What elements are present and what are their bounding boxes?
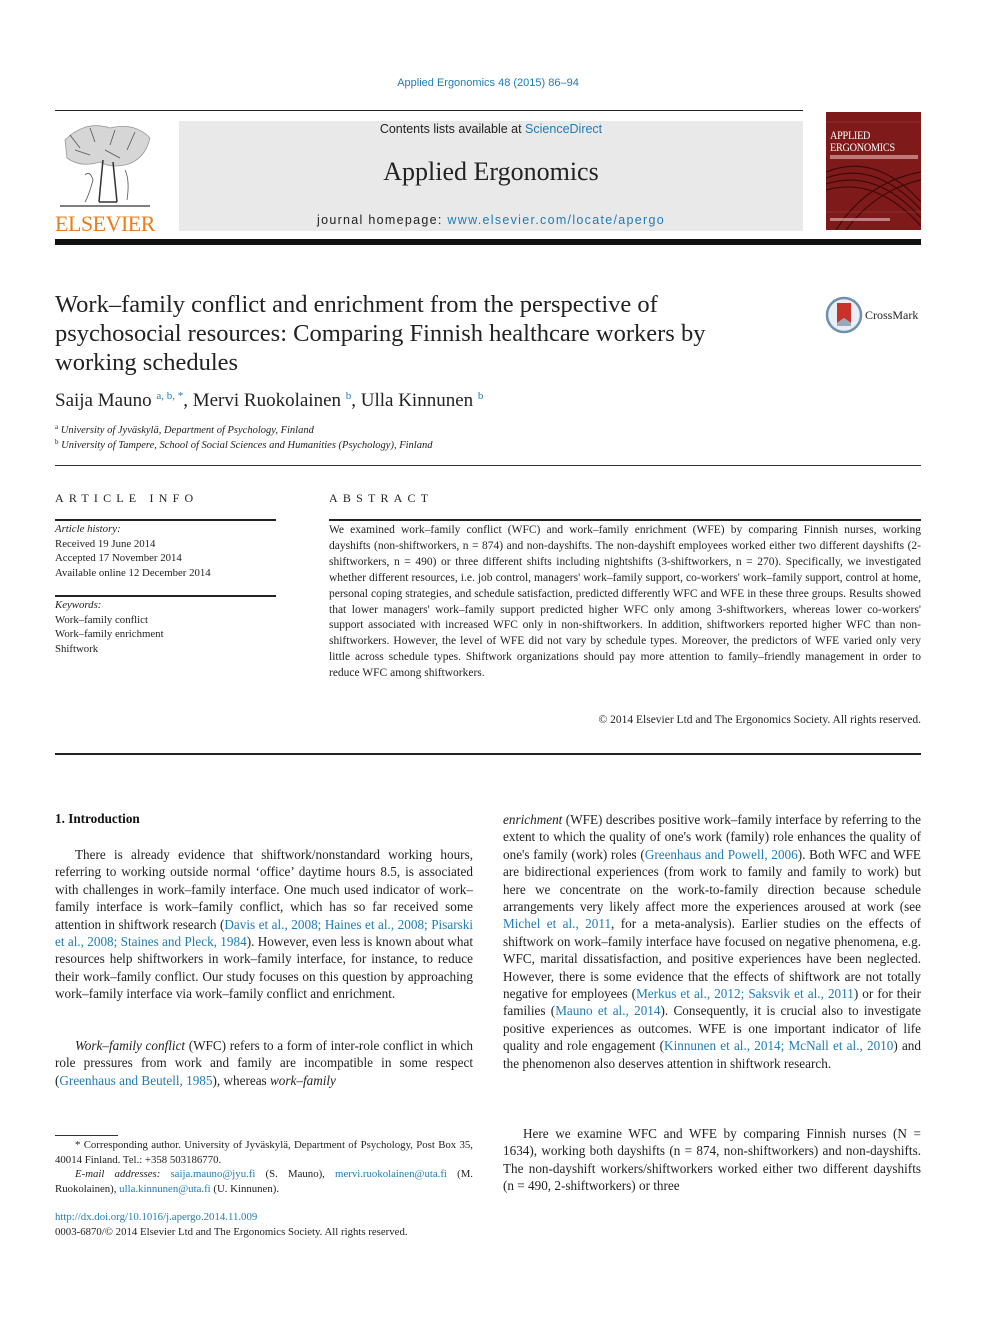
abstract-heading: ABSTRACT (329, 491, 434, 505)
citation-link[interactable]: Kinnunen et al., 2014; McNall et al., 20… (664, 1038, 893, 1053)
author-affiliation-marks[interactable]: a, b, * (156, 390, 183, 402)
affiliation-text: University of Tampere, School of Social … (61, 440, 433, 451)
abstract-text: We examined work–family conflict (WFC) a… (329, 524, 921, 680)
sciencedirect-link[interactable]: ScienceDirect (525, 122, 602, 136)
contents-prefix: Contents lists available at (379, 122, 526, 136)
crossmark-button[interactable]: CrossMark (825, 296, 925, 336)
email-owner: (U. Kinnunen). (210, 1182, 280, 1195)
body-paragraph: There is already evidence that shiftwork… (55, 846, 473, 1003)
cover-title: APPLIED ERGONOMICS (830, 129, 895, 153)
crossmark-icon (825, 296, 863, 334)
corresponding-author-note: * Corresponding author. University of Jy… (55, 1139, 473, 1166)
citation-link[interactable]: Merkus et al., 2012; Saksvik et al., 201… (636, 986, 854, 1001)
affiliation-a: a University of Jyväskylä, Department of… (55, 423, 314, 436)
author-affiliation-marks[interactable]: b (478, 390, 484, 402)
keywords: Keywords: Work–family conflict Work–fami… (55, 598, 164, 656)
email-addresses: E-mail addresses: saija.mauno@jyu.fi (S.… (55, 1167, 473, 1196)
footnotes: * Corresponding author. University of Jy… (55, 1138, 473, 1196)
history-online: Available online 12 December 2014 (55, 566, 211, 579)
elsevier-tree-icon (60, 125, 151, 207)
body-paragraph: Here we examine WFC and WFE by comparing… (503, 1126, 921, 1194)
footnote-rule (55, 1135, 118, 1136)
divider (55, 595, 276, 597)
author-name[interactable]: Mervi Ruokolainen (193, 390, 341, 411)
article-history: Article history: Received 19 June 2014 A… (55, 522, 211, 580)
keyword: Work–family enrichment (55, 628, 164, 641)
article-title: Work–family conflict and enrichment from… (55, 291, 706, 376)
citation-link[interactable]: Greenhaus and Powell, 2006 (645, 847, 798, 862)
journal-cover-image[interactable]: APPLIED ERGONOMICS (826, 112, 921, 230)
body-paragraph: enrichment (WFE) describes positive work… (503, 811, 921, 1072)
author-separator: , (183, 390, 193, 411)
header-thick-rule (55, 239, 921, 245)
author-name[interactable]: Saija Mauno (55, 390, 152, 411)
citation-link[interactable]: Michel et al., 2011 (503, 916, 611, 931)
keywords-label: Keywords: (55, 599, 102, 611)
elsevier-wordmark: ELSEVIER (55, 211, 155, 236)
issn-copyright: 0003-6870/© 2014 Elsevier Ltd and The Er… (55, 1226, 408, 1238)
journal-homepage-line: journal homepage: www.elsevier.com/locat… (179, 213, 803, 227)
divider (55, 753, 921, 755)
email-link[interactable]: saija.mauno@jyu.fi (170, 1168, 255, 1180)
divider (55, 519, 276, 521)
cover-title-line2: ERGONOMICS (830, 140, 895, 154)
history-received: Received 19 June 2014 (55, 537, 156, 550)
affiliation-b: b University of Tampere, School of Socia… (55, 438, 432, 451)
body-paragraph: Work–family conflict (WFC) refers to a f… (55, 1037, 473, 1089)
cover-subtitle-bar (830, 155, 918, 159)
divider (55, 465, 921, 466)
article-history-label: Article history: (55, 523, 121, 535)
contents-available-line: Contents lists available at ScienceDirec… (179, 122, 803, 136)
history-accepted: Accepted 17 November 2014 (55, 552, 182, 565)
header-rule (55, 110, 803, 111)
email-label: E-mail addresses: (75, 1168, 161, 1181)
email-owner: (S. Mauno), (255, 1168, 336, 1181)
citation-link[interactable]: Mauno et al., 2014 (555, 1003, 660, 1018)
journal-citation-link[interactable]: Applied Ergonomics 48 (2015) 86–94 (0, 77, 976, 89)
cover-footer-bar (830, 218, 890, 221)
defined-term: Work–family conflict (75, 1038, 186, 1053)
abstract-copyright: © 2014 Elsevier Ltd and The Ergonomics S… (598, 714, 921, 726)
journal-homepage-link[interactable]: www.elsevier.com/locate/apergo (447, 213, 665, 227)
section-heading-introduction: 1. Introduction (55, 811, 140, 826)
article-info-heading: ARTICLE INFO (55, 491, 199, 505)
affiliation-text: University of Jyväskylä, Department of P… (60, 425, 314, 436)
email-link[interactable]: mervi.ruokolainen@uta.fi (335, 1168, 447, 1180)
affiliation-mark: a (55, 423, 59, 431)
author-name[interactable]: Ulla Kinnunen (361, 390, 473, 411)
journal-name: Applied Ergonomics (383, 157, 599, 186)
affiliation-mark: b (55, 438, 59, 446)
divider (329, 519, 921, 521)
defined-term: enrichment (503, 812, 563, 827)
keyword: Work–family conflict (55, 613, 148, 626)
elsevier-logo[interactable]: ELSEVIER (55, 118, 155, 236)
citation-link[interactable]: Greenhaus and Beutell, 1985 (59, 1073, 212, 1088)
doi-link[interactable]: http://dx.doi.org/10.1016/j.apergo.2014.… (55, 1211, 257, 1223)
crossmark-label: CrossMark (865, 308, 919, 322)
paragraph-text: ), whereas (212, 1072, 270, 1088)
keyword: Shiftwork (55, 642, 99, 655)
author-separator: , (351, 390, 361, 411)
email-link[interactable]: ulla.kinnunen@uta.fi (119, 1183, 211, 1195)
homepage-prefix: journal homepage: (317, 213, 448, 227)
author-list: Saija Mauno a, b, *, Mervi Ruokolainen b… (55, 390, 483, 412)
journal-header-box: Contents lists available at ScienceDirec… (179, 121, 803, 231)
defined-term: work–family (269, 1072, 336, 1088)
